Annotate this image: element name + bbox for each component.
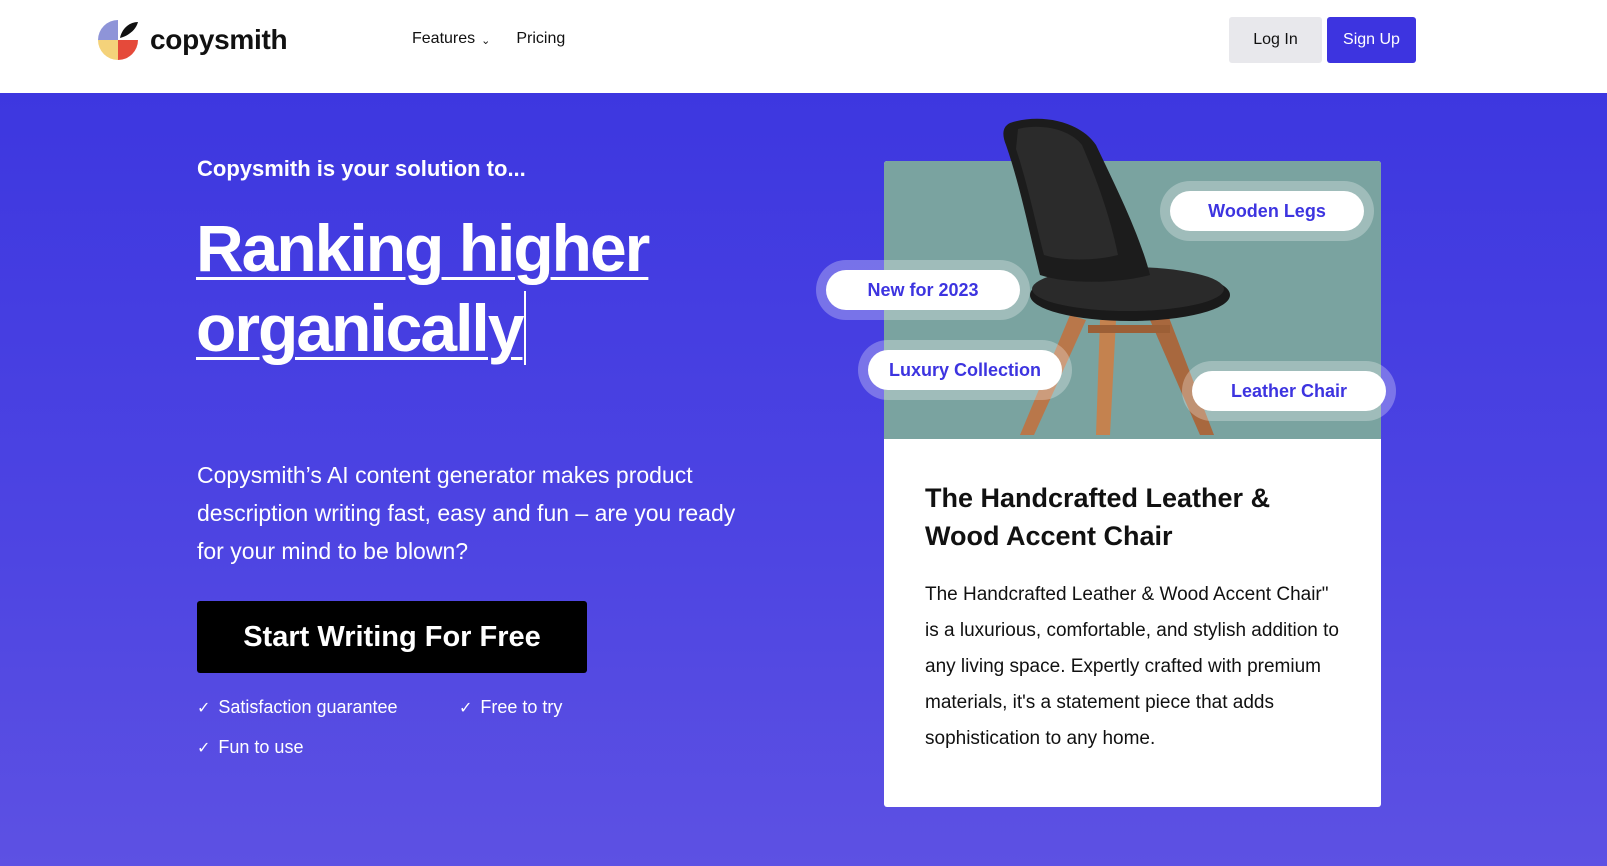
check-label: Fun to use [218, 737, 304, 757]
checkmark-icon: ✓ [197, 739, 211, 757]
tag-luxury-collection: Luxury Collection [868, 350, 1062, 390]
checkmark-icon: ✓ [197, 699, 211, 717]
main-nav: Features ⌄ Pricing [412, 30, 565, 48]
nav-pricing-label: Pricing [516, 30, 566, 47]
nav-features-label: Features [412, 30, 476, 47]
login-button[interactable]: Log In [1229, 17, 1322, 63]
hero-eyebrow: Copysmith is your solution to... [197, 156, 526, 181]
nav-features[interactable]: Features ⌄ [412, 30, 490, 48]
headline-line-2: organically [196, 291, 524, 365]
chevron-down-icon: ⌄ [481, 34, 491, 47]
hero-headline: Ranking higher organically [196, 208, 756, 368]
check-item: ✓ Free to try [459, 697, 562, 718]
text-caret [524, 291, 527, 365]
brand-logo[interactable]: copysmith [96, 18, 288, 62]
copysmith-logo-icon [98, 20, 138, 60]
check-label: Free to try [480, 697, 563, 717]
headline-line-1: Ranking higher [196, 211, 650, 285]
site-header: copysmith Features ⌄ Pricing Log In Sign… [0, 0, 1607, 93]
tag-wooden-legs: Wooden Legs [1170, 191, 1364, 231]
nav-pricing[interactable]: Pricing [516, 30, 565, 48]
hero-section: Copysmith is your solution to... Ranking… [0, 93, 1607, 866]
start-writing-button[interactable]: Start Writing For Free [197, 601, 587, 673]
product-title: The Handcrafted Leather & Wood Accent Ch… [925, 483, 1271, 551]
brand-name: copysmith [150, 24, 288, 55]
check-label: Satisfaction guarantee [218, 697, 398, 717]
product-description: The Handcrafted Leather & Wood Accent Ch… [925, 584, 1339, 749]
signup-button[interactable]: Sign Up [1327, 17, 1416, 63]
check-item: ✓ Fun to use [197, 737, 303, 758]
checkmark-icon: ✓ [459, 699, 473, 717]
check-item: ✓ Satisfaction guarantee [197, 697, 398, 718]
tag-new-for-2023: New for 2023 [826, 270, 1020, 310]
tag-leather-chair: Leather Chair [1192, 371, 1386, 411]
hero-description: Copysmith’s AI content generator makes p… [197, 462, 736, 564]
